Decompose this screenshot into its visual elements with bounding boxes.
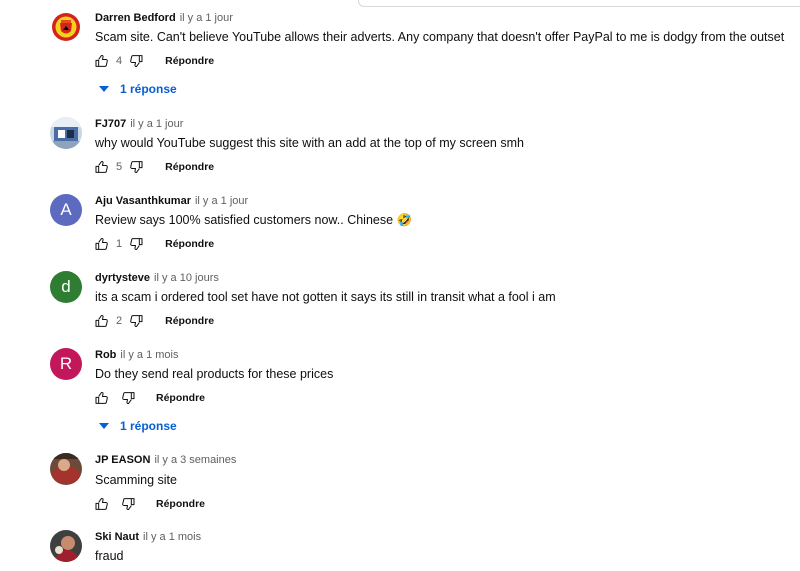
comment-text: Scamming site bbox=[95, 473, 177, 487]
chevron-down-icon bbox=[99, 423, 109, 429]
chevron-down-icon bbox=[99, 86, 109, 92]
comment-text: Scam site. Can't believe YouTube allows … bbox=[95, 30, 785, 44]
dislike-icon[interactable] bbox=[127, 312, 145, 330]
comment-author[interactable]: FJ707 bbox=[95, 118, 126, 130]
avatar-letter: R bbox=[59, 354, 73, 373]
comment-text: Review says 100% satisfied customers now… bbox=[95, 213, 413, 227]
avatar-letter: d bbox=[61, 277, 71, 296]
like-icon[interactable] bbox=[93, 495, 111, 513]
photo-avatar-icon bbox=[50, 117, 82, 149]
like-count: 1 bbox=[116, 238, 123, 250]
like-icon[interactable] bbox=[93, 312, 111, 330]
comment-author[interactable]: Darren Bedford bbox=[95, 12, 176, 24]
reply-button[interactable]: Répondre bbox=[165, 315, 214, 327]
comment-timestamp[interactable]: il y a 1 mois bbox=[143, 531, 201, 543]
comment-timestamp[interactable]: il y a 10 jours bbox=[154, 272, 219, 284]
comment-timestamp[interactable]: il y a 1 jour bbox=[130, 118, 183, 130]
replies-count-label: 1 réponse bbox=[120, 82, 177, 96]
like-icon[interactable] bbox=[93, 389, 111, 407]
reply-button[interactable]: Répondre bbox=[156, 392, 205, 404]
dislike-icon[interactable] bbox=[127, 235, 145, 253]
dislike-icon[interactable] bbox=[119, 389, 137, 407]
avatar[interactable]: R bbox=[50, 348, 82, 380]
avatar[interactable] bbox=[50, 11, 82, 43]
like-icon[interactable] bbox=[93, 52, 111, 70]
comment-text: Do they send real products for these pri… bbox=[95, 367, 334, 381]
reply-button[interactable]: Répondre bbox=[156, 498, 205, 510]
comment-author[interactable]: JP EASON bbox=[95, 454, 150, 466]
dislike-icon[interactable] bbox=[119, 495, 137, 513]
avatar[interactable] bbox=[50, 530, 82, 562]
avatar[interactable] bbox=[50, 117, 82, 149]
replies-count-label: 1 réponse bbox=[120, 419, 177, 433]
comment-timestamp[interactable]: il y a 1 jour bbox=[180, 12, 233, 24]
photo-avatar-icon bbox=[50, 453, 82, 485]
comment-author[interactable]: Ski Naut bbox=[95, 531, 139, 543]
avatar[interactable]: A bbox=[50, 194, 82, 226]
reply-button[interactable]: Répondre bbox=[165, 161, 214, 173]
like-count: 4 bbox=[116, 55, 123, 67]
like-icon[interactable] bbox=[93, 235, 111, 253]
comment-author[interactable]: Aju Vasanthkumar bbox=[95, 195, 191, 207]
search-box-edge bbox=[358, 0, 800, 7]
comment-text: fraud bbox=[95, 549, 124, 563]
comment-timestamp[interactable]: il y a 1 jour bbox=[195, 195, 248, 207]
comment-text: why would YouTube suggest this site with… bbox=[95, 136, 524, 150]
dislike-icon[interactable] bbox=[127, 158, 145, 176]
avatar[interactable]: d bbox=[50, 271, 82, 303]
comment-timestamp[interactable]: il y a 3 semaines bbox=[154, 454, 236, 466]
comment-timestamp[interactable]: il y a 1 mois bbox=[120, 349, 178, 361]
view-replies-button[interactable]: 1 réponse bbox=[99, 419, 177, 433]
reply-button[interactable]: Répondre bbox=[165, 55, 214, 67]
comment-author[interactable]: Rob bbox=[95, 349, 116, 361]
like-icon[interactable] bbox=[93, 158, 111, 176]
like-count: 2 bbox=[116, 315, 123, 327]
avatar[interactable] bbox=[50, 453, 82, 485]
view-replies-button[interactable]: 1 réponse bbox=[99, 82, 177, 96]
photo-avatar-icon bbox=[50, 530, 82, 562]
avatar-letter: A bbox=[60, 200, 72, 219]
comment-text: its a scam i ordered tool set have not g… bbox=[95, 290, 556, 304]
like-count: 5 bbox=[116, 161, 123, 173]
manchester-united-crest-icon bbox=[50, 11, 82, 43]
dislike-icon[interactable] bbox=[127, 52, 145, 70]
comment-author[interactable]: dyrtysteve bbox=[95, 272, 150, 284]
reply-button[interactable]: Répondre bbox=[165, 238, 214, 250]
